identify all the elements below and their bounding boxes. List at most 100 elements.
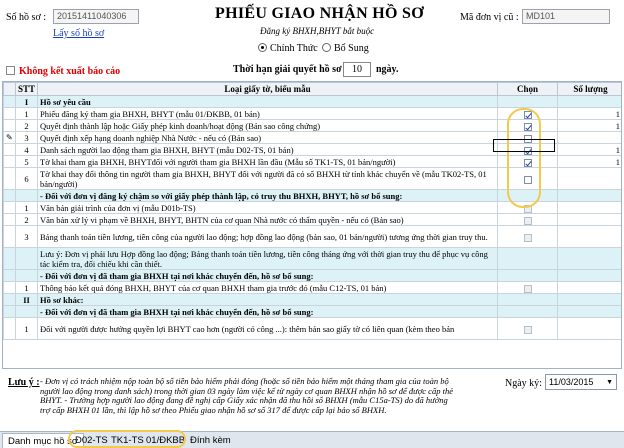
cell-so-luong[interactable] — [557, 167, 621, 190]
checkbox-icon[interactable] — [523, 204, 532, 213]
row-indicator — [3, 167, 16, 190]
tab-01-dkbb[interactable]: 01/ĐKBB — [141, 433, 190, 448]
cell-document-name: - Đối với đơn vị đăng ký chậm so với giấ… — [37, 189, 498, 202]
so-ho-so-input[interactable]: 20151411040306 — [53, 9, 139, 24]
radio-chinh-thuc[interactable]: Chính Thức — [258, 43, 318, 54]
checkbox-icon[interactable] — [523, 175, 532, 184]
cell-document-name: Lưu ý: Đơn vị phải lưu Hợp đồng lao động… — [37, 247, 498, 270]
table-row[interactable]: 2 Văn bản xử lý vi phạm về BHXH, BHYT, BH… — [3, 213, 621, 226]
radio-unselected-icon — [322, 43, 331, 52]
cell-so-luong[interactable]: 1 — [557, 107, 621, 120]
date-picker[interactable]: 11/03/2015 ▼ — [545, 374, 617, 390]
checkbox-checked-icon[interactable] — [523, 158, 532, 167]
checkbox-icon — [6, 66, 15, 75]
so-ho-so-label: Số hồ sơ : — [6, 12, 47, 23]
header-loai: Loại giấy tờ, biểu mẫu — [37, 82, 498, 96]
checkbox-icon[interactable] — [523, 134, 532, 143]
cell-so-luong — [557, 189, 621, 202]
cell-so-luong — [557, 247, 621, 270]
table-row[interactable]: ✎ 3 Quyết định xếp hạng doanh nghiệp Nhà N… — [3, 131, 621, 144]
table-row[interactable]: 1 Văn bản giải trình của đơn vị (mẫu D01b… — [3, 201, 621, 214]
row-indicator: ✎ — [3, 131, 16, 144]
edit-pencil-icon: ✎ — [6, 133, 13, 142]
tab-dinh-kem[interactable]: Đính kèm — [185, 433, 236, 448]
bottom-tabs: Danh mục hồ sơ D02-TS TK1-TS 01/ĐKBB Đín… — [0, 431, 624, 448]
cell-document-name: Tờ khai thay đổi thông tin người tham gi… — [37, 167, 498, 190]
radio-bo-sung[interactable]: Bổ Sung — [322, 43, 369, 54]
table-row[interactable]: 3 Bảng thanh toán tiền lương, tiền công c… — [3, 225, 621, 248]
cell-stt: 6 — [15, 167, 38, 190]
table-row[interactable]: 1 Phiếu đăng ký tham gia BHXH, BHYT (mẫu … — [3, 107, 621, 120]
cell-document-name: Quyết định xếp hạng doanh nghiệp Nhà Nướ… — [37, 131, 498, 144]
checkbox-checked-icon[interactable] — [523, 146, 532, 155]
cell-so-luong[interactable]: 1 — [557, 143, 621, 156]
table-row[interactable]: 1 Thông báo kết quả đóng BHXH, BHYT của c… — [3, 281, 621, 294]
section-row: I Hồ sơ yêu cầu — [3, 95, 621, 108]
cell-document-name: - Đối với đơn vị đã tham gia BHXH tại nơ… — [37, 269, 498, 282]
table-body: I Hồ sơ yêu cầu 1 Phiếu đăng ký tham gia BH… — [3, 95, 621, 340]
table-row[interactable]: 4 Danh sách người lao động tham gia BHXH,… — [3, 143, 621, 156]
cell-document-name: Văn bản giải trình của đơn vị (mẫu D01b-… — [37, 201, 498, 214]
row-indicator — [3, 225, 16, 248]
cell-stt: 5 — [15, 155, 38, 168]
cell-so-luong — [557, 293, 621, 306]
checkbox-checked-icon[interactable] — [523, 110, 532, 119]
cell-so-luong[interactable] — [557, 213, 621, 226]
date-label: Ngày ký: — [505, 378, 542, 389]
cell-chon — [497, 281, 558, 294]
date-value: 11/03/2015 — [549, 377, 594, 387]
table-row[interactable]: 2 Quyết định thành lập hoặc Giấy phép kin… — [3, 119, 621, 132]
cell-chon — [497, 131, 558, 144]
cell-so-luong[interactable] — [557, 281, 621, 294]
cell-stt — [15, 305, 38, 318]
cell-stt: 1 — [15, 317, 38, 340]
cell-chon — [497, 247, 558, 270]
row-indicator-header — [3, 82, 16, 96]
row-indicator — [3, 201, 16, 214]
cell-document-name: Văn bản xử lý vi phạm về BHXH, BHYT, BHT… — [37, 213, 498, 226]
table-row[interactable]: 6 Tờ khai thay đổi thông tin người tham g… — [3, 167, 621, 190]
cell-so-luong[interactable] — [557, 131, 621, 144]
ma-don-vi-input[interactable]: MD101 — [522, 9, 610, 24]
row-indicator — [3, 95, 16, 108]
header-so-luong: Số lượng — [557, 82, 621, 96]
cell-chon — [497, 201, 558, 214]
cell-so-luong[interactable] — [557, 201, 621, 214]
checkbox-icon[interactable] — [523, 284, 532, 293]
cell-stt: 3 — [15, 131, 38, 144]
row-indicator — [3, 317, 16, 340]
checkbox-checked-icon[interactable] — [523, 122, 532, 131]
checkbox-icon[interactable] — [523, 325, 532, 334]
lay-so-ho-so-link[interactable]: Lấy số hồ sơ — [53, 28, 104, 39]
row-indicator — [3, 155, 16, 168]
radio-chinh-thuc-label: Chính Thức — [270, 43, 318, 54]
table-row[interactable]: 5 Tờ khai tham gia BHXH, BHYTđối với ngườ… — [3, 155, 621, 168]
cell-document-name: Phiếu đăng ký tham gia BHXH, BHYT (mẫu 0… — [37, 107, 498, 120]
deadline-unit: ngày. — [376, 64, 399, 75]
deadline-input[interactable]: 10 — [343, 62, 371, 77]
checkbox-icon[interactable] — [523, 216, 532, 225]
cell-chon — [497, 269, 558, 282]
row-indicator — [3, 119, 16, 132]
cell-chon — [497, 317, 558, 340]
header-stt: STT — [15, 82, 38, 96]
cell-so-luong[interactable]: 1 — [557, 155, 621, 168]
row-indicator — [3, 143, 16, 156]
cell-so-luong — [557, 269, 621, 282]
cell-stt: II — [15, 293, 38, 306]
cell-so-luong[interactable] — [557, 317, 621, 340]
cell-so-luong[interactable]: 1 — [557, 119, 621, 132]
note-label: Lưu ý : — [8, 377, 40, 388]
cell-stt: I — [15, 95, 38, 108]
cell-document-name: Bảng thanh toán tiền lương, tiền công củ… — [37, 225, 498, 248]
table-row[interactable]: 1 Đối với người được hưởng quyền lợi BHYT… — [3, 317, 621, 340]
cell-so-luong[interactable] — [557, 225, 621, 248]
cell-document-name: Danh sách người lao động tham gia BHXH, … — [37, 143, 498, 156]
no-export-checkbox[interactable]: Không kết xuất báo cáo — [6, 66, 120, 77]
checkbox-icon[interactable] — [523, 233, 532, 242]
row-indicator — [3, 189, 16, 202]
cell-document-name: Tờ khai tham gia BHXH, BHYTđối với người… — [37, 155, 498, 168]
radio-selected-icon — [258, 43, 267, 52]
page-title: PHIẾU GIAO NHẬN HỒ SƠ — [215, 5, 424, 22]
cell-chon — [497, 293, 558, 306]
